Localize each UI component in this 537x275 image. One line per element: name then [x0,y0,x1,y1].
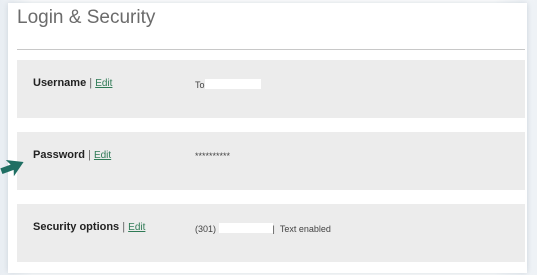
username-row: Username | Edit To [17,60,525,118]
security-options-value: (301) | Text enabled [195,223,331,234]
security-options-edit-link[interactable]: Edit [128,222,145,233]
username-value-prefix: To [195,80,205,90]
password-separator: | [84,149,94,161]
title-divider [17,49,525,50]
arrow-right-icon [0,159,24,177]
phone-prefix: (301) [195,224,219,234]
password-edit-link[interactable]: Edit [94,150,111,161]
security-options-row: Security options | Edit (301) | Text ena… [17,204,525,262]
username-label-group: Username | Edit [33,77,112,89]
phone-suffix: | [272,224,275,234]
password-label-group: Password | Edit [33,149,111,161]
text-enabled-status: Text enabled [279,224,331,234]
password-value: ********** [195,151,231,161]
username-value: To [195,79,261,90]
username-edit-link[interactable]: Edit [95,78,112,89]
username-label: Username [33,77,87,89]
security-options-label: Security options [33,221,120,233]
password-row: Password | Edit ********** [17,132,525,190]
password-label: Password [33,149,85,161]
security-label-group: Security options | Edit [33,221,145,233]
phone-redaction [218,223,273,233]
window-frame: Login & Security Username | Edit To Pass… [0,0,537,275]
page-title: Login & Security [17,7,156,28]
username-redaction [204,79,261,89]
security-separator: | [119,221,129,233]
username-separator: | [86,77,96,89]
